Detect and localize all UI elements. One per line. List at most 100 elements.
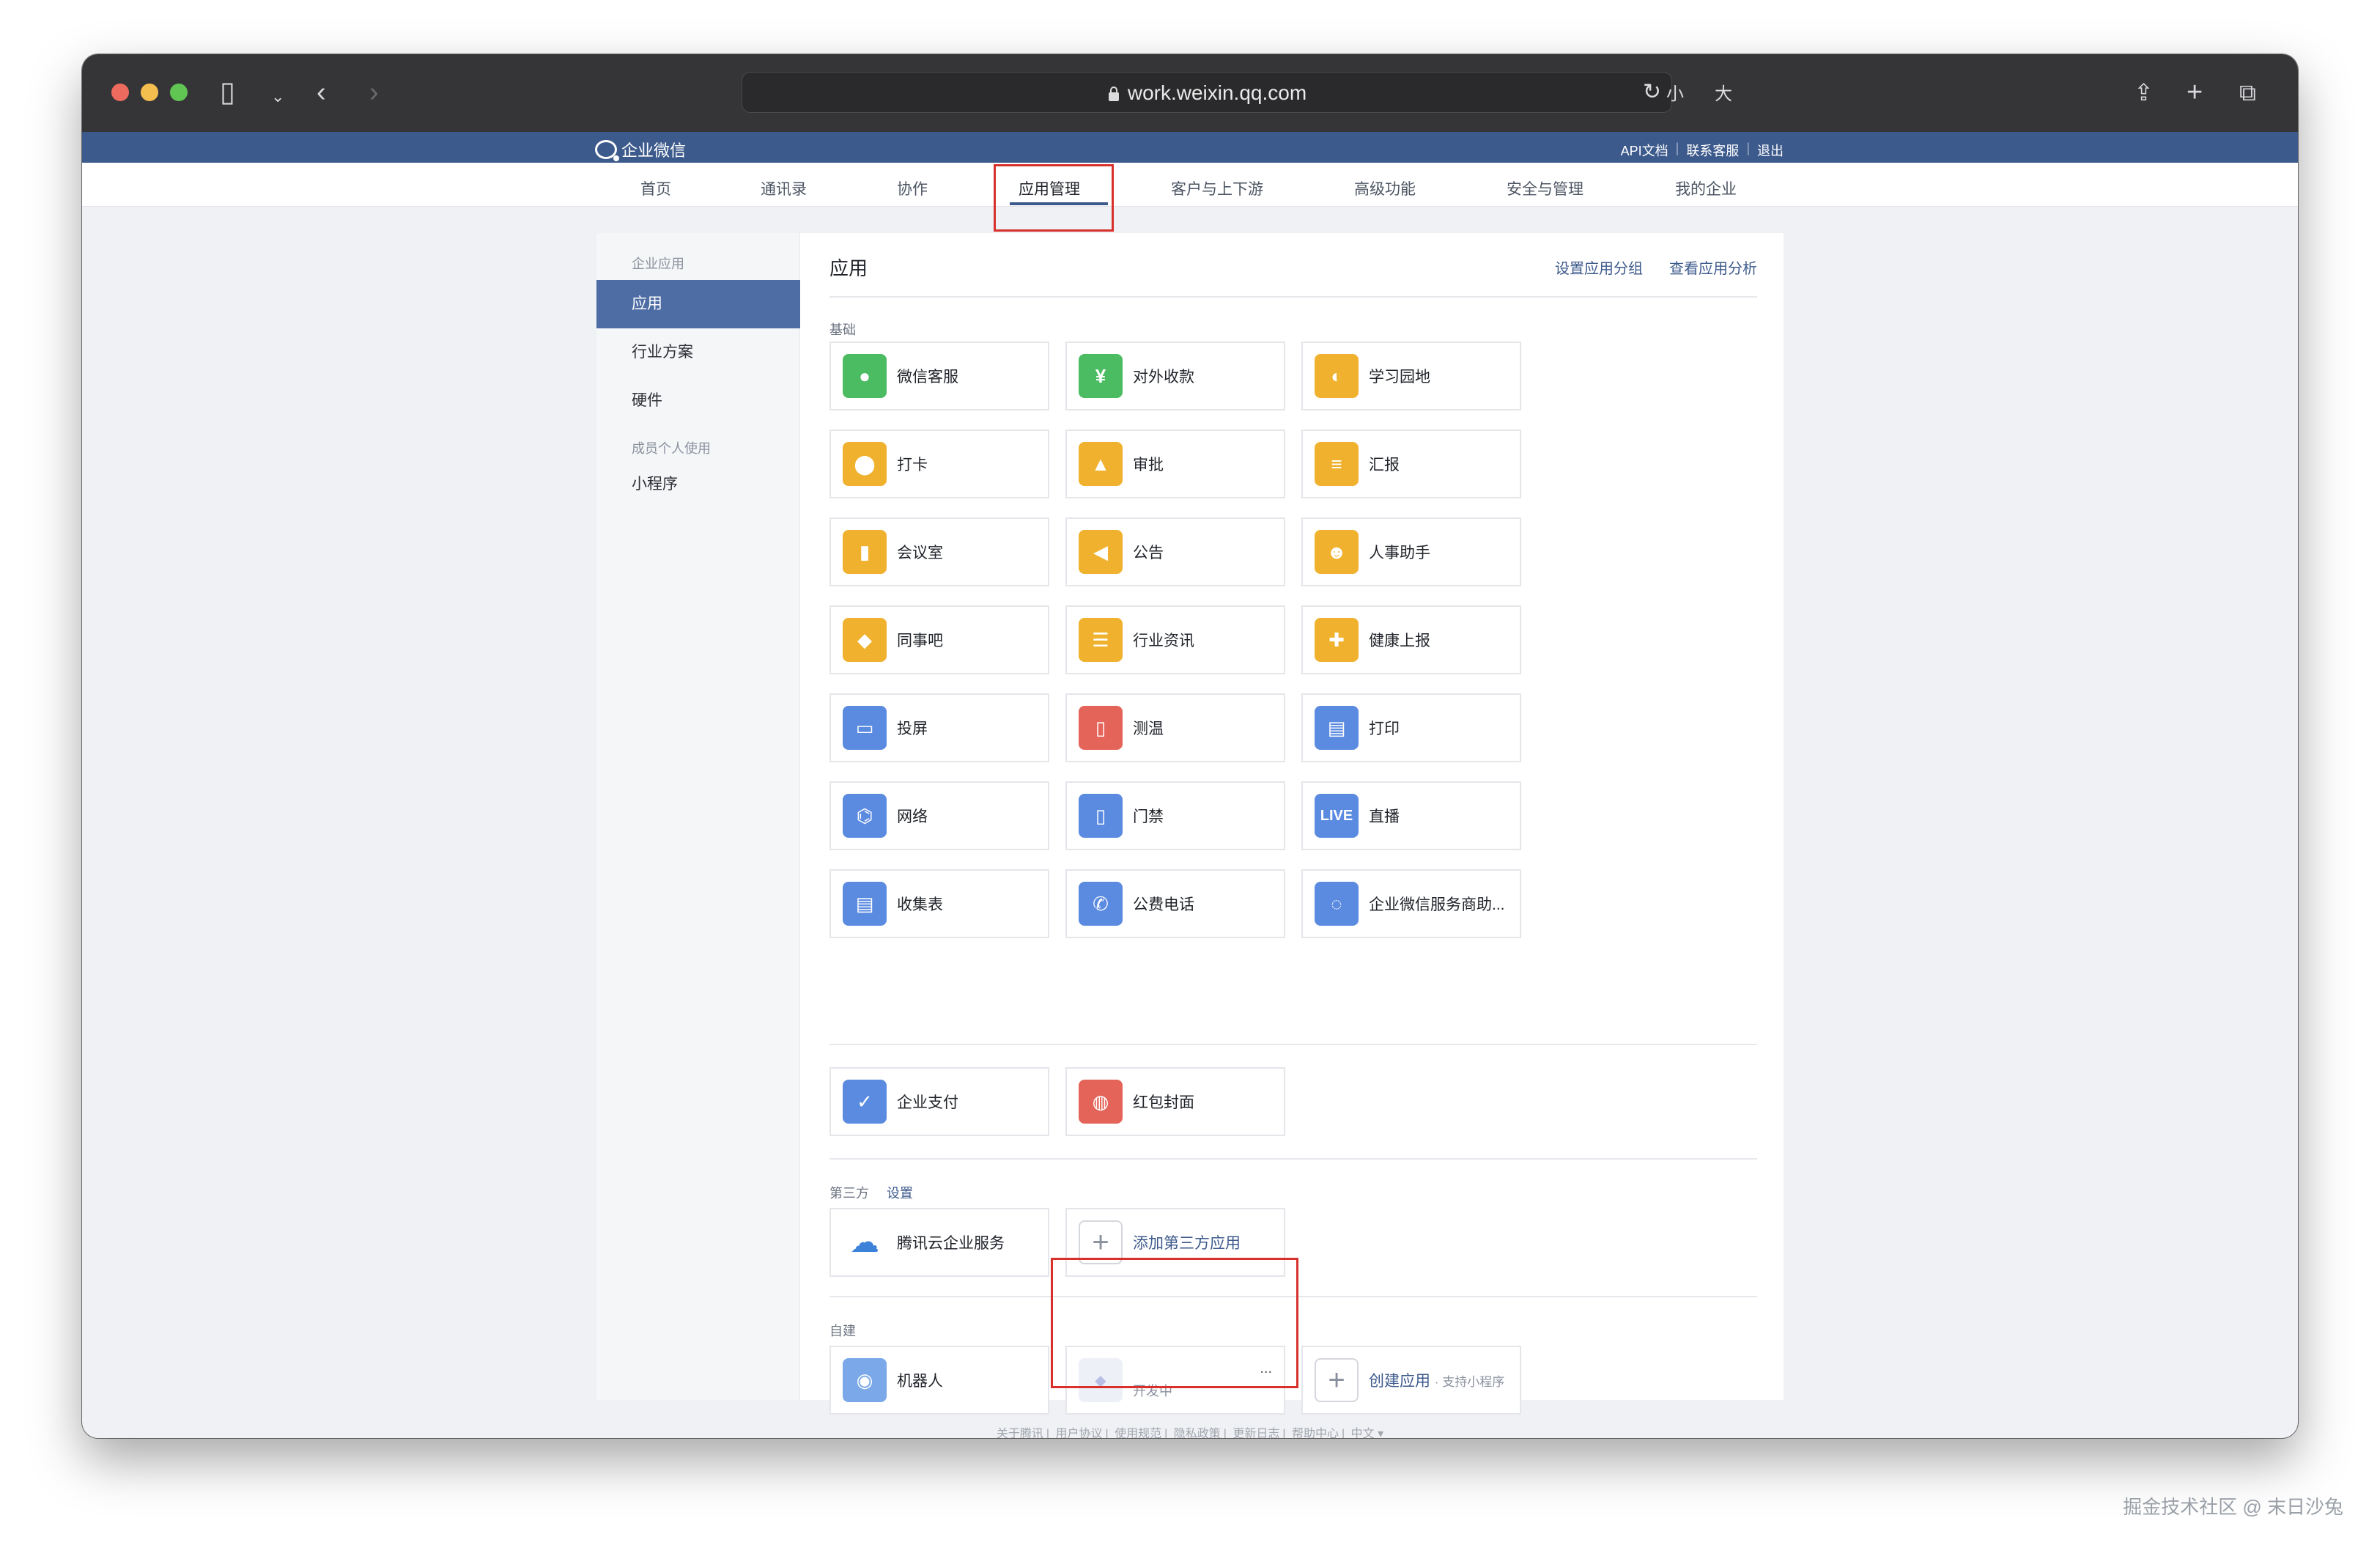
sidebar-item-mini-program[interactable]: 小程序 <box>596 460 800 509</box>
app-tile[interactable]: ¥ 对外收款 <box>1065 342 1285 410</box>
app-tile[interactable]: ⌬ 网络 <box>829 781 1049 850</box>
create-app-button[interactable]: + 创建应用 · 支持小程序 <box>1301 1346 1521 1415</box>
app-tile[interactable]: ✆ 公费电话 <box>1065 869 1285 938</box>
red-envelope-icon: ◍ <box>1079 1080 1123 1124</box>
content-card: 企业应用 应用 行业方案 硬件 成员个人使用 小程序 应用 设置应用分组 查看应… <box>596 233 1784 1415</box>
app-name: 企业支付 <box>897 1094 958 1111</box>
reload-icon[interactable]: ↻ <box>1643 80 1661 105</box>
app-name: 健康上报 <box>1369 633 1430 649</box>
nav-advanced[interactable]: 高级功能 <box>1354 177 1416 199</box>
footer-changelog[interactable]: 更新日志 <box>1232 1428 1279 1438</box>
app-tile[interactable]: ◐ 学习园地 <box>1301 342 1521 410</box>
app-tile[interactable]: ☻ 人事助手 <box>1301 517 1521 586</box>
chevron-down-icon[interactable]: ⌄ <box>271 82 284 111</box>
app-name: 会议室 <box>897 545 943 561</box>
app-name: 公费电话 <box>1133 896 1194 913</box>
app-tile[interactable]: ▯ 门禁 <box>1065 781 1285 850</box>
divider <box>829 296 1757 298</box>
nav-security[interactable]: 安全与管理 <box>1507 177 1583 199</box>
view-app-analytics-link[interactable]: 查看应用分析 <box>1669 257 1757 278</box>
share-icon[interactable]: ⇪ <box>2134 78 2154 107</box>
app-tile[interactable]: ● 微信客服 <box>829 342 1049 410</box>
footer-language[interactable]: 中文 ▾ <box>1351 1428 1383 1438</box>
app-tile-robot[interactable]: ◉ 机器人 <box>829 1346 1049 1415</box>
app-name: 行业资讯 <box>1133 633 1194 649</box>
back-arrow-icon[interactable]: ‹ <box>317 78 326 107</box>
api-docs-link[interactable]: API文档 <box>1621 141 1668 160</box>
app-tile[interactable]: ☰ 行业资讯 <box>1065 605 1285 674</box>
app-tile[interactable]: ◀ 公告 <box>1065 517 1285 586</box>
robot-icon: ◉ <box>843 1358 887 1402</box>
app-tile[interactable]: ≡ 汇报 <box>1301 430 1521 498</box>
footer-usage-rules[interactable]: 使用规范 <box>1115 1428 1161 1438</box>
nav-contacts[interactable]: 通讯录 <box>761 177 807 199</box>
app-tile[interactable]: ◆ 同事吧 <box>829 605 1049 674</box>
app-tile-tencent-cloud[interactable]: ☁ 腾讯云企业服务 <box>829 1208 1049 1277</box>
app-tile[interactable]: ▤ 打印 <box>1301 693 1521 762</box>
app-tile[interactable]: LIVE 直播 <box>1301 781 1521 850</box>
text-size-large-button[interactable]: 大 <box>1715 79 1732 105</box>
app-name: 腾讯云企业服务 <box>897 1235 1005 1252</box>
minimize-window-button[interactable] <box>141 84 158 101</box>
text-size-small-button[interactable]: 小 <box>1666 79 1684 105</box>
app-tile[interactable]: ⬤ 打卡 <box>829 430 1049 498</box>
highlight-annotation <box>1051 1258 1298 1388</box>
megaphone-icon: ◀ <box>1079 530 1123 574</box>
new-tab-icon[interactable]: + <box>2187 78 2203 107</box>
footer-about[interactable]: 关于腾讯 <box>997 1428 1043 1438</box>
screen-cast-icon: ▭ <box>843 706 887 750</box>
page-actions: 设置应用分组 查看应用分析 <box>1555 257 1757 278</box>
nav-my-company[interactable]: 我的企业 <box>1675 177 1737 199</box>
stamp-icon: ▲ <box>1079 442 1123 486</box>
app-name: 对外收款 <box>1133 369 1194 386</box>
sidebar: 企业应用 应用 行业方案 硬件 成员个人使用 小程序 <box>596 233 800 1400</box>
nav-home[interactable]: 首页 <box>640 177 671 199</box>
create-app-hint: · 支持小程序 <box>1434 1375 1505 1389</box>
sidebar-group-personal: 成员个人使用 <box>632 441 711 456</box>
section-custom-label: 自建 <box>829 1324 856 1338</box>
tab-overview-icon[interactable]: ⧉ <box>2239 78 2256 107</box>
nav-collaboration[interactable]: 协作 <box>897 177 928 199</box>
app-tile[interactable]: ▯ 测温 <box>1065 693 1285 762</box>
app-tile[interactable]: ◌ 企业微信服务商助... <box>1301 869 1521 938</box>
app-name: 机器人 <box>897 1373 943 1390</box>
phone-icon: ✆ <box>1079 882 1123 926</box>
app-name: 企业微信服务商助... <box>1369 896 1505 913</box>
logout-link[interactable]: 退出 <box>1757 141 1784 160</box>
footer-user-agreement[interactable]: 用户协议 <box>1056 1428 1103 1438</box>
address-bar[interactable]: work.weixin.qq.com ↻ <box>742 72 1672 113</box>
yuan-icon: ¥ <box>1079 354 1123 398</box>
chat-icon: ● <box>843 354 887 398</box>
document-icon: ☰ <box>1079 618 1123 662</box>
payment-icon: ✓ <box>843 1080 887 1124</box>
sidebar-group-enterprise-apps: 企业应用 <box>632 257 684 271</box>
app-tile[interactable]: ◍ 红包封面 <box>1065 1067 1285 1136</box>
sidebar-item-hardware[interactable]: 硬件 <box>596 377 800 425</box>
form-icon: ▤ <box>843 882 887 926</box>
app-name: 添加第三方应用 <box>1133 1235 1241 1252</box>
contact-support-link[interactable]: 联系客服 <box>1686 141 1739 160</box>
sidebar-item-industry[interactable]: 行业方案 <box>596 328 800 377</box>
forward-arrow-icon[interactable]: › <box>369 78 379 107</box>
close-window-button[interactable] <box>111 84 129 101</box>
router-icon: ⌬ <box>843 794 887 838</box>
nav-customers[interactable]: 客户与上下游 <box>1171 177 1263 199</box>
app-tile[interactable]: ▭ 投屏 <box>829 693 1049 762</box>
page-title: 应用 <box>829 257 868 279</box>
site-header: 企业微信 API文档 | 联系客服 | 退出 <box>82 132 2298 163</box>
brand[interactable]: 企业微信 <box>595 138 686 161</box>
app-name: 测温 <box>1133 720 1164 737</box>
footer-help[interactable]: 帮助中心 <box>1292 1428 1339 1438</box>
third-party-settings-link[interactable]: 设置 <box>887 1186 913 1201</box>
sidebar-item-apps[interactable]: 应用 <box>596 280 800 328</box>
app-tile[interactable]: ✓ 企业支付 <box>829 1067 1049 1136</box>
footer-privacy[interactable]: 隐私政策 <box>1174 1428 1221 1438</box>
app-tile[interactable]: ▤ 收集表 <box>829 869 1049 938</box>
app-name: 审批 <box>1133 457 1164 473</box>
zoom-window-button[interactable] <box>170 84 188 101</box>
app-tile[interactable]: ▲ 审批 <box>1065 430 1285 498</box>
app-tile[interactable]: ▮ 会议室 <box>829 517 1049 586</box>
set-app-groups-link[interactable]: 设置应用分组 <box>1555 257 1643 278</box>
app-tile[interactable]: ✚ 健康上报 <box>1301 605 1521 674</box>
sidebar-toggle-icon[interactable]: ▯ <box>220 78 235 107</box>
